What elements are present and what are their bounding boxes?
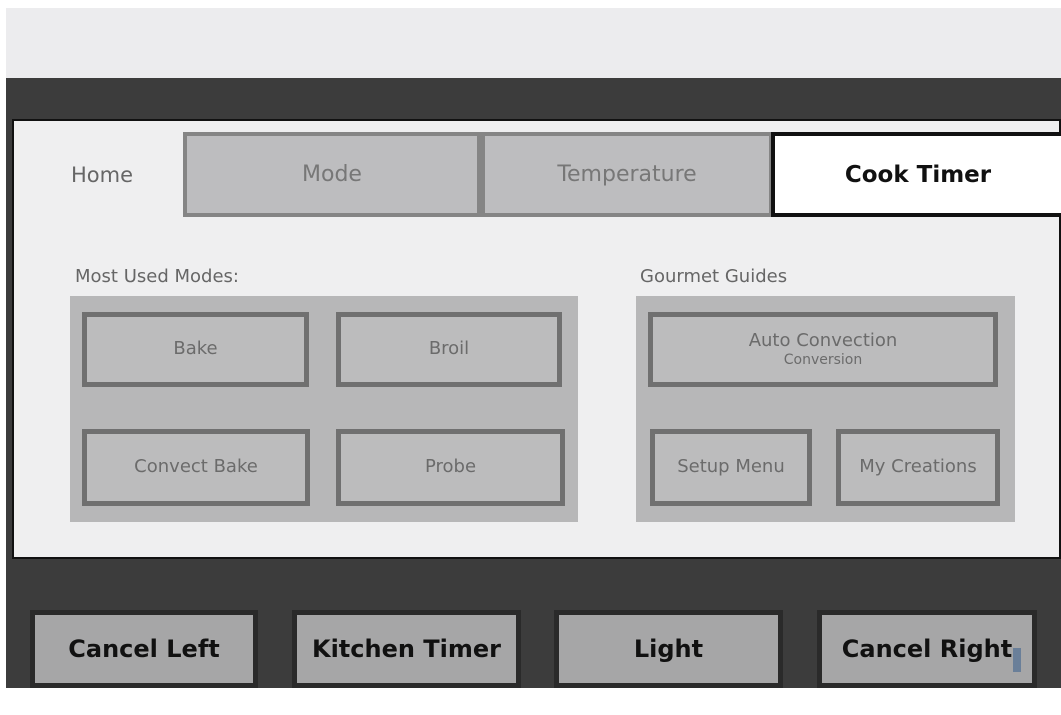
my-creations-button[interactable]: My Creations — [836, 429, 1000, 506]
most-used-modes-label: Most Used Modes: — [75, 266, 239, 287]
tab-temperature[interactable]: Temperature — [481, 132, 773, 217]
kitchen-timer-button[interactable]: Kitchen Timer — [292, 610, 521, 688]
cancel-left-button[interactable]: Cancel Left — [30, 610, 258, 688]
tab-home[interactable]: Home — [26, 140, 186, 210]
setup-menu-button[interactable]: Setup Menu — [650, 429, 812, 506]
gourmet-guides-label: Gourmet Guides — [640, 266, 788, 287]
tab-mode[interactable]: Mode — [183, 132, 481, 217]
broil-button[interactable]: Broil — [336, 312, 562, 387]
cursor-marker — [1013, 648, 1021, 672]
auto-convection-sublabel: Conversion — [783, 351, 863, 368]
probe-button[interactable]: Probe — [336, 429, 565, 506]
top-bar — [6, 8, 1061, 78]
bake-button[interactable]: Bake — [82, 312, 309, 387]
auto-convection-label: Auto Convection — [748, 330, 898, 352]
convect-bake-button[interactable]: Convect Bake — [82, 429, 310, 506]
light-button[interactable]: Light — [554, 610, 783, 688]
auto-convection-button[interactable]: Auto Convection Conversion — [648, 312, 998, 387]
cancel-right-button[interactable]: Cancel Right — [817, 610, 1037, 688]
tab-cook-timer[interactable]: Cook Timer — [771, 132, 1061, 217]
